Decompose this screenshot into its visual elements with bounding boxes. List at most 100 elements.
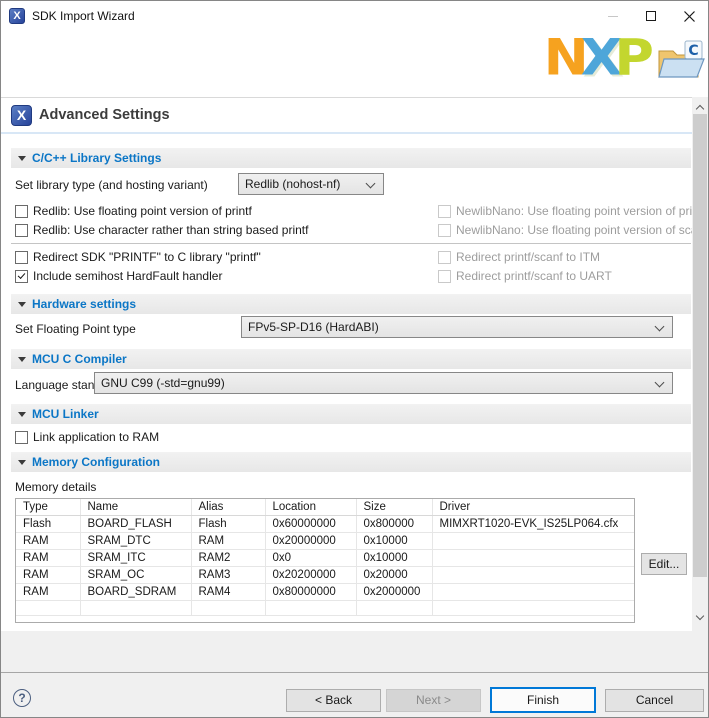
section-title: MCU C Compiler	[32, 352, 127, 366]
checkbox-semihost-hardfault[interactable]: Include semihost HardFault handler	[15, 269, 222, 283]
section-hardware-settings[interactable]: Hardware settings	[11, 294, 691, 314]
section-library-settings[interactable]: C/C++ Library Settings	[11, 148, 691, 168]
checkbox-box	[15, 205, 28, 218]
library-type-select[interactable]: Redlib (nohost-nf)	[238, 173, 384, 195]
maximize-icon	[646, 11, 656, 21]
section-title: Hardware settings	[32, 297, 136, 311]
floating-point-label: Set Floating Point type	[15, 322, 136, 336]
header-divider	[1, 132, 694, 134]
checkbox-newlibnano-float-scanf: NewlibNano: Use floating point version o…	[438, 223, 707, 237]
collapse-triangle-icon	[18, 302, 26, 307]
nxp-logo: NXP C	[544, 35, 706, 85]
checkbox-label: Redlib: Use character rather than string…	[33, 223, 308, 237]
floating-point-value: FPv5-SP-D16 (HardABI)	[248, 320, 379, 334]
close-icon	[684, 11, 695, 22]
library-type-value: Redlib (nohost-nf)	[245, 177, 340, 191]
memory-row[interactable]: RAM SRAM_OC RAM3 0x20200000 0x20000	[16, 567, 634, 584]
svg-text:C: C	[688, 43, 698, 59]
section-mcu-c-compiler[interactable]: MCU C Compiler	[11, 349, 691, 369]
checkbox-link-to-ram[interactable]: Link application to RAM	[15, 430, 159, 444]
minimize-button	[594, 1, 632, 31]
checkbox-label: Redirect printf/scanf to UART	[456, 269, 612, 283]
collapse-triangle-icon	[18, 156, 26, 161]
checkbox-box	[15, 431, 28, 444]
memory-row[interactable]: RAM SRAM_DTC RAM 0x20000000 0x10000	[16, 533, 634, 550]
nxp-letter-p: P	[614, 29, 646, 87]
checkbox-box	[438, 251, 451, 264]
c-project-folder-icon: C	[656, 39, 706, 83]
col-type: Type	[16, 499, 80, 516]
edit-button[interactable]: Edit...	[641, 553, 687, 575]
back-button[interactable]: < Back	[286, 689, 381, 712]
scroll-up-button[interactable]	[692, 99, 708, 115]
checkbox-box	[15, 251, 28, 264]
memory-row[interactable]: RAM BOARD_SDRAM RAM4 0x80000000 0x200000…	[16, 584, 634, 601]
floating-point-select[interactable]: FPv5-SP-D16 (HardABI)	[241, 316, 673, 338]
checkbox-label: NewlibNano: Use floating point version o…	[456, 223, 707, 237]
vertical-scrollbar[interactable]	[692, 97, 708, 631]
col-name: Name	[80, 499, 191, 516]
titlebar[interactable]: X SDK Import Wizard	[1, 1, 708, 31]
col-driver: Driver	[432, 499, 634, 516]
chevron-down-icon	[655, 378, 665, 388]
language-standard-value: GNU C99 (-std=gnu99)	[101, 376, 225, 390]
checkbox-redirect-uart: Redirect printf/scanf to UART	[438, 269, 612, 283]
checkbox-box	[438, 205, 451, 218]
checkbox-box	[15, 224, 28, 237]
col-alias: Alias	[191, 499, 265, 516]
checkbox-label: NewlibNano: Use floating point version o…	[456, 204, 705, 218]
checkbox-redlib-float-printf[interactable]: Redlib: Use floating point version of pr…	[15, 204, 252, 218]
chevron-down-icon	[696, 611, 704, 619]
checkbox-redlib-char-printf[interactable]: Redlib: Use character rather than string…	[15, 223, 308, 237]
collapse-triangle-icon	[18, 412, 26, 417]
footer: ? < Back Next > Finish Cancel	[1, 631, 709, 718]
window-title: SDK Import Wizard	[32, 9, 135, 23]
footer-divider	[1, 672, 709, 673]
checkbox-label: Link application to RAM	[33, 430, 159, 444]
wizard-content: X Advanced Settings C/C++ Library Settin…	[1, 97, 694, 631]
language-standard-select[interactable]: GNU C99 (-std=gnu99)	[94, 372, 673, 394]
scroll-down-button[interactable]	[692, 609, 708, 625]
finish-button[interactable]: Finish	[490, 687, 596, 713]
mcuxpresso-page-icon: X	[11, 105, 32, 126]
checkbox-box	[438, 224, 451, 237]
chevron-up-icon	[696, 105, 704, 113]
cancel-button[interactable]: Cancel	[605, 689, 704, 712]
nxp-letter-x: X	[581, 29, 615, 87]
collapse-triangle-icon	[18, 460, 26, 465]
checkbox-box	[15, 270, 28, 283]
nxp-letter-n: N	[544, 29, 581, 87]
chevron-down-icon	[655, 322, 665, 332]
memory-row[interactable]: Flash BOARD_FLASH Flash 0x60000000 0x800…	[16, 516, 634, 533]
checkbox-box	[438, 270, 451, 283]
checkbox-label: Redirect SDK "PRINTF" to C library "prin…	[33, 250, 261, 264]
memory-row[interactable]: RAM SRAM_ITC RAM2 0x0 0x10000	[16, 550, 634, 567]
memory-table-header: Type Name Alias Location Size Driver	[16, 499, 634, 516]
section-memory-configuration[interactable]: Memory Configuration	[11, 452, 691, 472]
col-location: Location	[265, 499, 356, 516]
minimize-icon	[608, 16, 618, 17]
scrollbar-thumb[interactable]	[693, 114, 707, 577]
checkbox-label: Redlib: Use floating point version of pr…	[33, 204, 252, 218]
section-title: MCU Linker	[32, 407, 99, 421]
checkbox-group-divider	[11, 243, 691, 244]
check-icon	[18, 271, 26, 279]
chevron-down-icon	[366, 179, 376, 189]
maximize-button[interactable]	[632, 1, 670, 31]
close-button[interactable]	[670, 1, 708, 31]
mcuxpresso-app-icon: X	[9, 8, 25, 24]
section-title: Memory Configuration	[32, 455, 160, 469]
help-button[interactable]: ?	[13, 689, 31, 707]
memory-details-label: Memory details	[15, 480, 96, 494]
section-title: C/C++ Library Settings	[32, 151, 161, 165]
memory-row-empty	[16, 601, 634, 616]
memory-table[interactable]: Type Name Alias Location Size Driver Fla…	[15, 498, 635, 623]
section-mcu-linker[interactable]: MCU Linker	[11, 404, 691, 424]
sdk-import-wizard-window: X SDK Import Wizard NXP C X Advanced	[0, 0, 709, 718]
checkbox-redirect-sdk-printf[interactable]: Redirect SDK "PRINTF" to C library "prin…	[15, 250, 261, 264]
col-size: Size	[356, 499, 432, 516]
collapse-triangle-icon	[18, 357, 26, 362]
page-title: Advanced Settings	[39, 107, 170, 123]
checkbox-label: Include semihost HardFault handler	[33, 269, 222, 283]
next-button: Next >	[386, 689, 481, 712]
